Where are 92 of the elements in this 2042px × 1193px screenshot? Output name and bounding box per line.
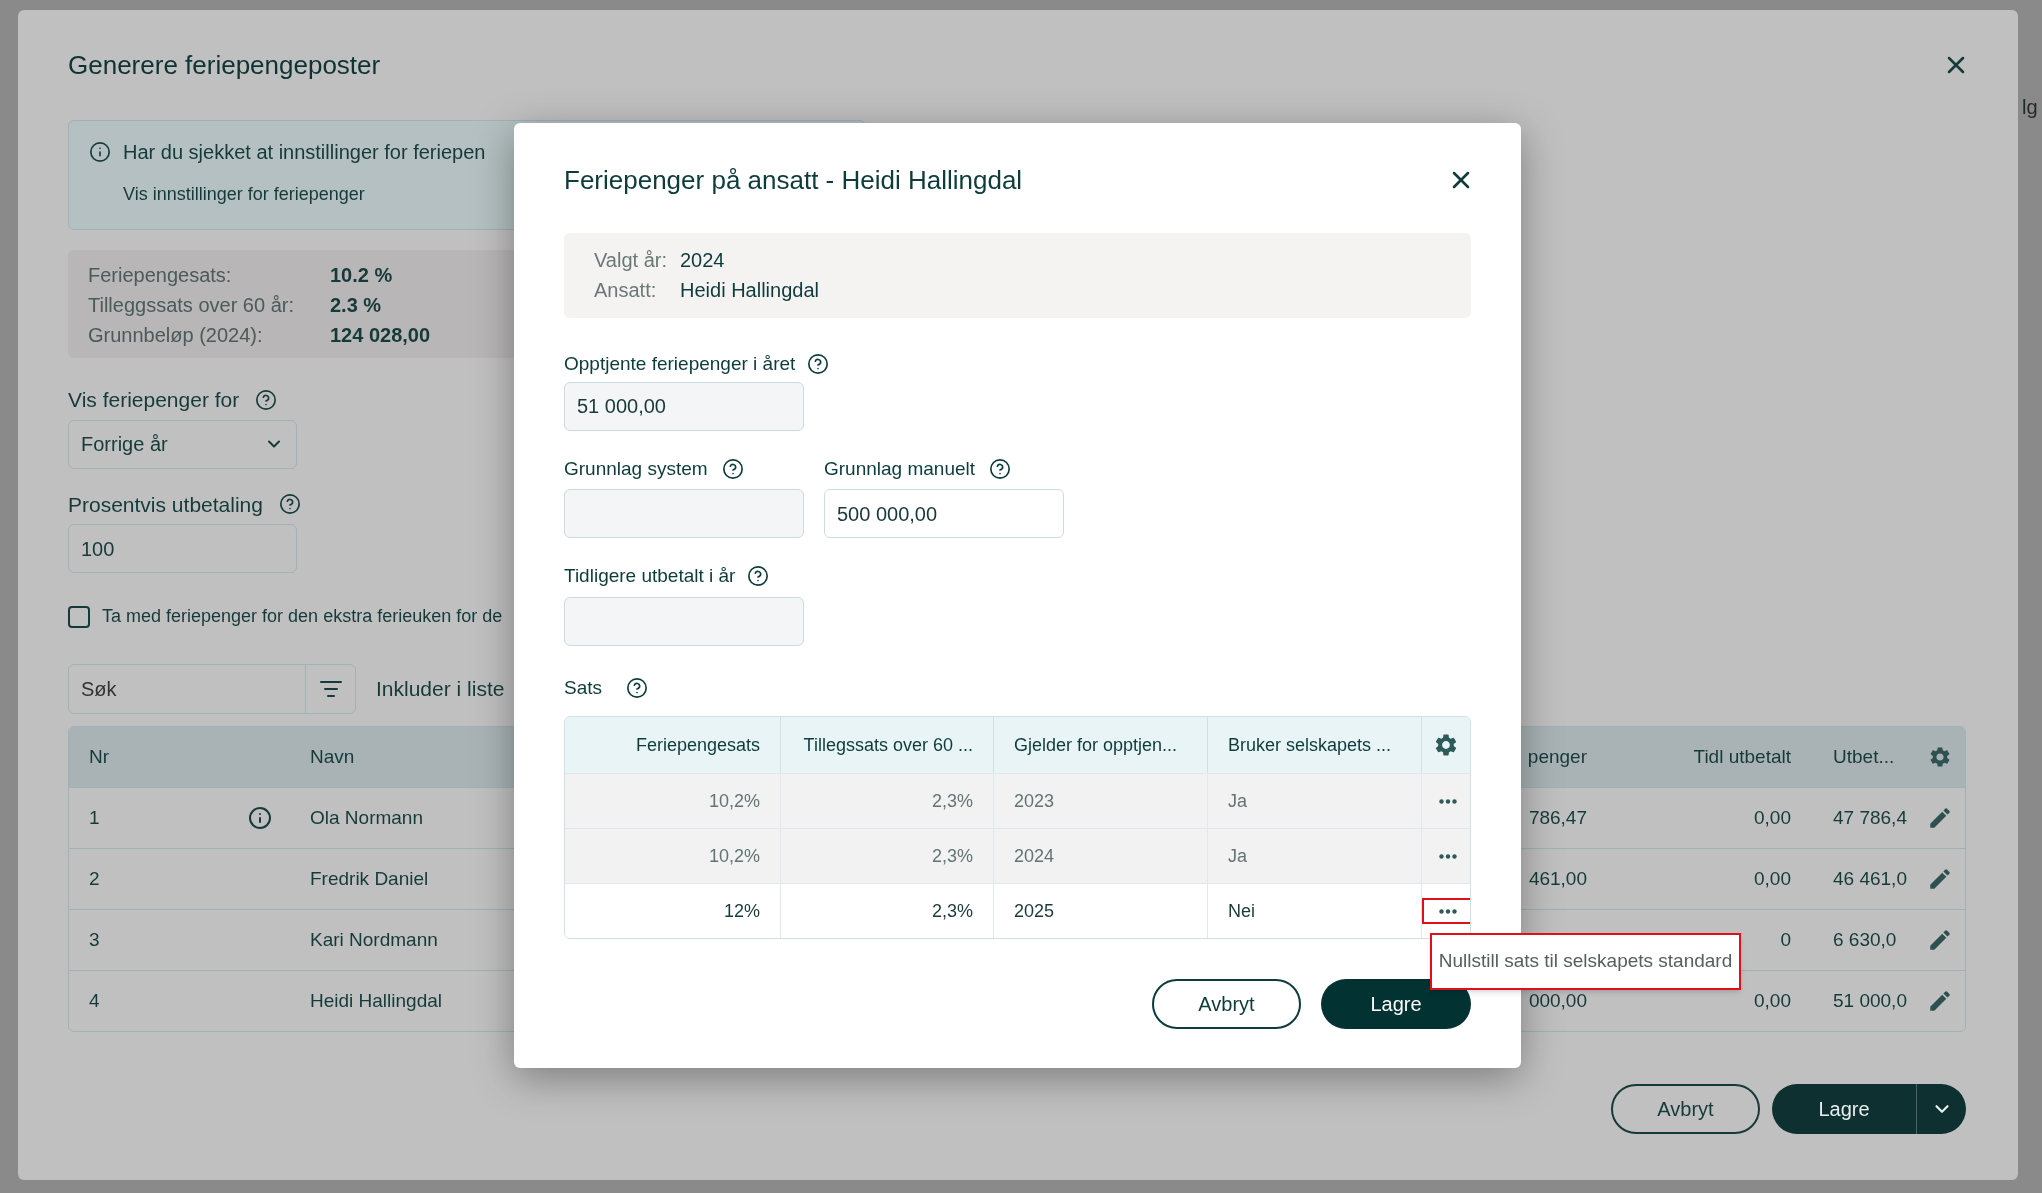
period-select[interactable]: Forrige år [68,419,297,469]
field-label: Tidligere utbetalt i år [564,564,736,588]
table-cell: 6 630,0 [1833,928,1897,950]
save-button[interactable]: Lagre [1772,1084,1916,1134]
more-icon [1439,908,1457,914]
more-icon [1439,853,1457,859]
checkbox-label: Ta med feriepenger for den ekstra ferieuken for de [102,605,503,628]
column-header: Feriepengesats [635,733,760,757]
table-cell-text: 3 [88,927,101,952]
info-icon[interactable] [248,806,272,830]
table-cell: 0,00 [1754,989,1791,1011]
checkbox[interactable] [68,605,90,628]
help-icon[interactable] [278,493,301,516]
table-cell-text: 2,3% [931,899,973,923]
info-icon [89,141,111,163]
dialog-title: Generere feriepengeposter [68,48,381,82]
field-label: Grunnlag system [564,456,708,481]
field-label: Prosentvis utbetaling [68,491,263,518]
percent-field[interactable]: 100 [68,524,297,573]
edit-icon[interactable] [1927,805,1953,831]
table-cell: Ola Normann [310,806,423,828]
table-cell-text: 1 [88,805,101,830]
table-cell: 461,00 [1528,867,1587,889]
table-cell: 47 786,4 [1833,806,1907,828]
column-header: Bruker selskapets ... [1228,733,1392,757]
cancel-button[interactable]: Avbryt [1152,979,1301,1029]
settings-icon[interactable] [1433,732,1459,758]
stat-label: Feriepengesats: [88,263,232,288]
table-cell-text: 4 [88,988,101,1013]
more-icon [1439,798,1457,804]
table-cell-text: 2,3% [931,844,973,868]
table-cell-text: Ja [1228,844,1247,868]
summary-label: Valgt år: [594,248,668,273]
section-label: Sats [564,675,603,700]
help-icon[interactable] [721,457,744,480]
page-text: lg [2022,95,2038,120]
column-header: penger [1527,745,1587,767]
table-cell: 786,47 [1528,806,1587,828]
table-cell-text: 2025 [1014,899,1055,923]
column-header: Nr [88,744,111,769]
column-header: Navn [310,745,355,767]
table-cell: Fredrik Daniel [310,867,429,889]
table-cell-text: 2023 [1014,789,1055,813]
column-header: Utbet... [1832,744,1896,769]
stat-label: Tilleggssats over 60 år: [88,293,294,318]
help-icon[interactable] [989,457,1012,480]
edit-icon[interactable] [1927,866,1953,892]
help-icon[interactable] [807,353,830,376]
field-label: Opptjente feriepenger i året [564,352,796,376]
edit-icon[interactable] [1927,988,1953,1014]
table-cell: 51 000,0 [1833,989,1907,1011]
save-button[interactable]: Lagre [1321,979,1471,1029]
stat-value: 124 028,00 [330,323,431,348]
include-label: Inkluder i liste [376,676,505,703]
search-field[interactable]: Søk [68,664,356,714]
column-header: Gjelder for opptjen... [1014,733,1178,757]
table-cell: 46 461,0 [1833,867,1907,889]
summary-label: Ansatt: [594,278,658,303]
field-label: Grunnlag manuelt [824,456,976,481]
help-icon[interactable] [626,676,649,699]
help-icon[interactable] [255,388,278,411]
stat-value: 2.3 % [330,293,382,318]
modal-title: Feriepenger på ansatt - Heidi Hallingdal [564,163,1023,197]
help-icon[interactable] [747,565,770,588]
table-cell-text: 2 [88,866,101,891]
table-cell: 0,00 [1754,806,1791,828]
settings-icon[interactable] [1928,745,1952,769]
column-header: Tillegssats over 60 ... [803,733,973,757]
column-header: Tidl utbetalt [1692,744,1792,769]
table-cell-text: 2024 [1014,844,1055,868]
table-cell: 0,00 [1754,867,1791,889]
stat-value: 10.2 % [330,263,393,288]
info-text: Har du sjekket at innstillinger for feriepen [123,140,486,165]
stat-label: Grunnbeløp (2024): [88,323,263,348]
table-cell-text: Ja [1228,789,1247,813]
table-cell: 000,00 [1528,989,1587,1011]
table-cell: Heidi Hallingdal [310,989,443,1011]
edit-icon[interactable] [1927,927,1953,953]
table-cell: Kari Nordmann [310,928,438,950]
cancel-button[interactable]: Avbryt [1611,1084,1760,1134]
table-cell-text: 12% [723,899,760,923]
text-field[interactable]: 500 000,00 [824,489,1064,538]
table-cell-text: 10,2% [708,844,760,868]
table-cell: 0 [1780,928,1791,950]
table-cell-text: Nei [1228,899,1255,923]
summary-value: Heidi Hallingdal [680,278,820,303]
table-cell-text: 2,3% [931,789,973,813]
more-button[interactable] [1422,898,1470,924]
tooltip: Nullstill sats til selskapets standard [1430,933,1741,990]
table-cell-text: 10,2% [708,789,760,813]
field-label: Vis feriepenger for [68,387,240,413]
summary-value: 2024 [680,248,726,273]
